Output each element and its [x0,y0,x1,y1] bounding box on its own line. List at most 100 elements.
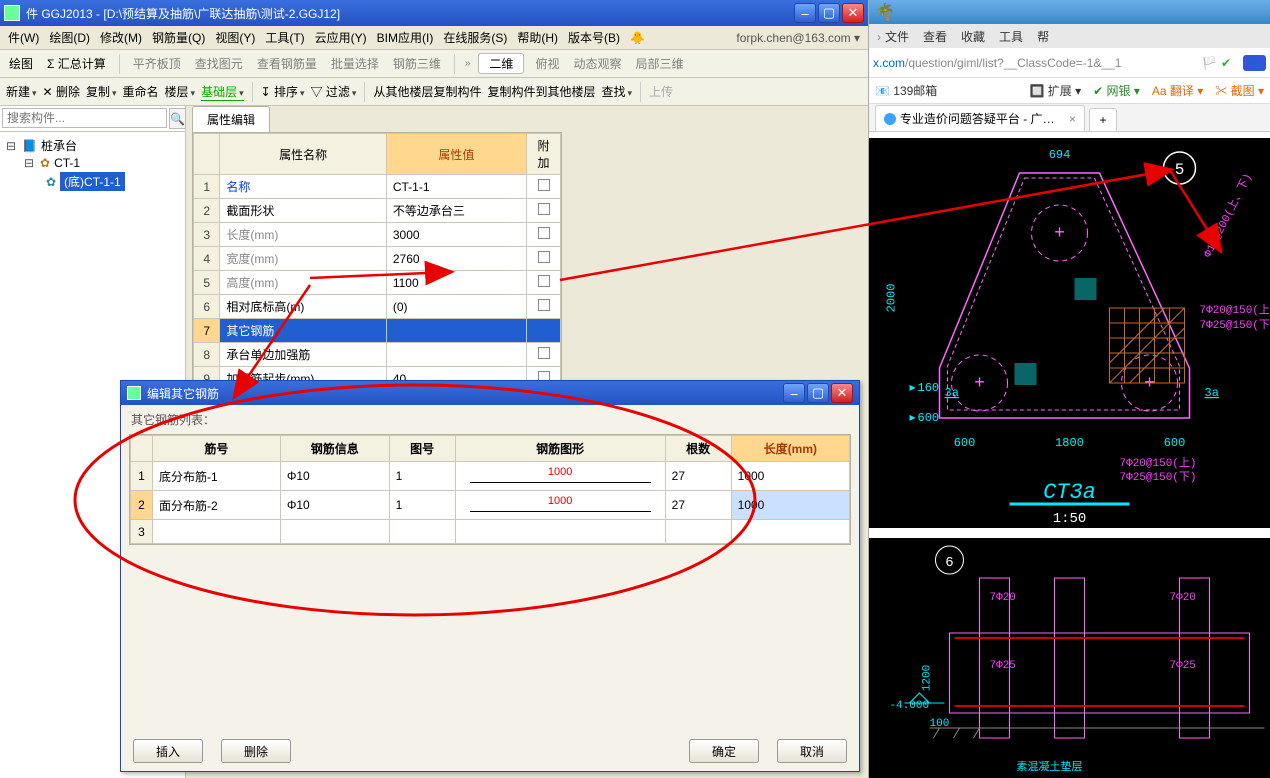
tb-sort[interactable]: ↧ 排序 [261,83,305,100]
svg-text:7Φ20@150(上): 7Φ20@150(上) [1120,456,1197,470]
bm-fav[interactable]: 收藏 [961,28,985,45]
refresh-icon[interactable]: ✔ [1221,56,1231,70]
svg-text:2000: 2000 [885,284,899,313]
menu-tools[interactable]: 工具(T) [261,27,308,48]
prop-row[interactable]: 6相对底标高(m)(0) [194,295,561,319]
tb-delete[interactable]: ✕ 删除 [43,83,80,100]
tb-basefloor[interactable]: 基础层 [201,83,244,101]
user-email[interactable]: forpk.chen@163.com ▾ [732,29,864,47]
svg-text:600: 600 [918,411,940,425]
tb-copy[interactable]: 复制 [86,83,117,100]
menu-bim[interactable]: BIM应用(I) [373,27,438,48]
prop-row[interactable]: 2截面形状不等边承台三 [194,199,561,223]
rebar-table[interactable]: 筋号 钢筋信息 图号 钢筋图形 根数 长度(mm) 1底分布筋-1Φ101100… [129,434,851,545]
tb-flatboard[interactable]: 平齐板顶 [130,53,184,74]
maximize-button[interactable]: ▢ [818,3,840,23]
tb-2d[interactable]: 二维 [478,53,524,74]
cad-drawing-section: 6 7Φ20 7Φ20 7Φ25 7Φ25 -4.000 1200 100 [869,538,1270,778]
tb-copyto[interactable]: 复制构件到其他楼层 [487,83,595,100]
tb-filter[interactable]: ▽ 过滤 [311,83,357,100]
menu-cloud[interactable]: 云应用(Y) [311,27,371,48]
edit-other-rebar-dialog: 编辑其它钢筋 – ▢ ✕ 其它钢筋列表： 筋号 钢筋信息 图号 钢筋图形 根数 … [120,380,860,772]
prop-row[interactable]: 8承台单边加强筋 [194,343,561,367]
tb-rebar-3d[interactable]: 钢筋三维 [390,53,444,74]
svg-text:+: + [1144,374,1155,394]
bookmark-139[interactable]: 📧 139邮箱 [875,82,937,99]
close-button[interactable]: ✕ [842,3,864,23]
bm-file[interactable]: 文件 [877,28,909,45]
svg-text:6: 6 [945,555,953,571]
view-toolbar: 绘图 Σ 汇总计算 平齐板顶 查找图元 查看钢筋量 批量选择 钢筋三维 » 二维… [0,50,868,78]
tb-batch-select[interactable]: 批量选择 [328,53,382,74]
menu-draw[interactable]: 绘图(D) [45,27,94,48]
svg-text:7Φ20@150(上): 7Φ20@150(上) [1200,303,1270,317]
page-tab-active[interactable]: 专业造价问题答疑平台 - 广联达 × [875,105,1085,131]
tab-property-edit[interactable]: 属性编辑 [192,106,270,132]
tb-local3d[interactable]: 局部三维 [632,53,686,74]
paw-icon[interactable]: 🐾 [1243,55,1266,71]
bookmark-shot[interactable]: ✂ 截图 ▾ [1215,82,1264,99]
minimize-button[interactable]: – [794,3,816,23]
prop-row[interactable]: 5高度(mm)1100 [194,271,561,295]
new-tab-button[interactable]: + [1089,108,1117,131]
address-bar[interactable]: x.com/question/giml/list?__ClassCode=-1&… [869,48,1270,78]
rebar-row[interactable]: 3 [131,520,850,544]
dlg-insert-button[interactable]: 插入 [133,739,203,763]
prop-row[interactable]: 3长度(mm)3000 [194,223,561,247]
bm-view[interactable]: 查看 [923,28,947,45]
tb-draw[interactable]: 绘图 [6,53,36,74]
svg-text:▸: ▸ [910,411,916,425]
bookmark-bank[interactable]: ✔ 网银 ▾ [1093,82,1140,99]
dlg-max-button[interactable]: ▢ [807,383,829,403]
bm-help[interactable]: 帮 [1037,28,1049,45]
bookmark-trans[interactable]: Aa 翻译 ▾ [1152,82,1203,99]
menu-help[interactable]: 帮助(H) [513,27,562,48]
menu-rebar[interactable]: 钢筋量(Q) [148,27,209,48]
tb-new[interactable]: 新建 [6,83,37,100]
tb-topview[interactable]: 俯视 [532,53,562,74]
dlg-cancel-button[interactable]: 取消 [777,739,847,763]
bookmark-ext[interactable]: 🔲 扩展 ▾ [1029,82,1081,99]
tab-close-icon[interactable]: × [1069,112,1076,126]
prop-row[interactable]: 4宽度(mm)2760 [194,247,561,271]
bookmark-bar: 📧 139邮箱 🔲 扩展 ▾ ✔ 网银 ▾ Aa 翻译 ▾ ✂ 截图 ▾ [869,78,1270,104]
dlg-delete-button[interactable]: 删除 [221,739,291,763]
dialog-icon [127,386,141,400]
svg-text:160: 160 [918,381,940,395]
tb-orbit[interactable]: 动态观察 [570,53,624,74]
tb-floors[interactable]: 楼层 [165,83,196,100]
tree-ct1[interactable]: ⊟✿CT-1 [4,155,181,171]
tb-find-element[interactable]: 查找图元 [192,53,246,74]
menu-file[interactable]: 件(W) [4,27,43,48]
menu-version[interactable]: 版本号(B) [564,27,624,48]
tree-ct1-bottom[interactable]: ✿(底)CT-1-1 [4,171,181,192]
search-input[interactable] [2,108,167,128]
svg-text:素混凝土垫层: 素混凝土垫层 [1017,759,1083,774]
go-icon[interactable]: 🏳️ [1202,56,1217,70]
col-value: 属性值 [386,134,526,175]
tb-copyfrom[interactable]: 从其他楼层复制构件 [373,83,481,100]
tree-root[interactable]: ⊟📘桩承台 [4,136,181,155]
dlg-min-button[interactable]: – [783,383,805,403]
svg-text:100: 100 [930,718,950,730]
menu-edit[interactable]: 修改(M) [96,27,146,48]
tb-more-icon[interactable]: » [465,58,471,69]
rebar-row[interactable]: 1底分布筋-1Φ1011000271000 [131,462,850,491]
prop-row[interactable]: 7其它钢筋 [194,319,561,343]
tb-total[interactable]: Σ 汇总计算 [44,53,109,74]
tb-find[interactable]: 查找 [601,83,632,100]
dlg-ok-button[interactable]: 确定 [689,739,759,763]
dlg-close-button[interactable]: ✕ [831,383,853,403]
search-icon[interactable]: 🔍 [169,108,186,129]
tb-view-rebar[interactable]: 查看钢筋量 [254,53,320,74]
prop-row[interactable]: 1名称CT-1-1 [194,175,561,199]
svg-text:3a: 3a [945,386,959,400]
svg-text:5: 5 [1175,161,1185,179]
tb-rename[interactable]: 重命名 [123,83,159,100]
svg-text:7Φ20: 7Φ20 [1170,592,1196,604]
bm-tools[interactable]: 工具 [999,28,1023,45]
svg-text:600: 600 [1164,436,1186,450]
rebar-row[interactable]: 2面分布筋-2Φ1011000271000 [131,491,850,520]
menu-online[interactable]: 在线服务(S) [439,27,511,48]
menu-view[interactable]: 视图(Y) [211,27,259,48]
